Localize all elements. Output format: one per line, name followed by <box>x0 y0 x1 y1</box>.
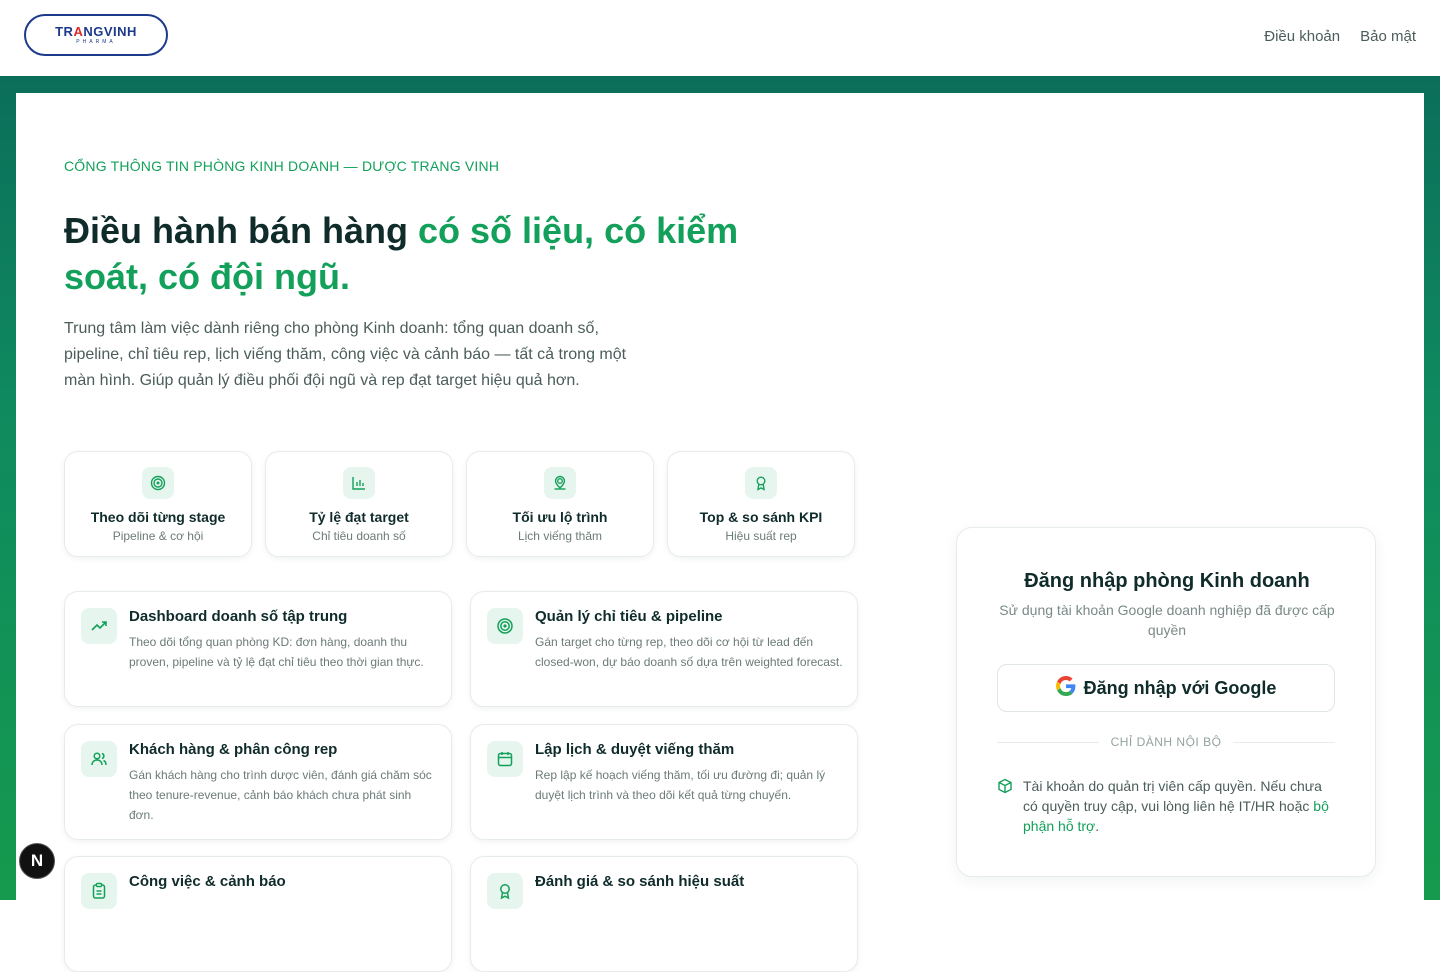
feature-title: Dashboard doanh số tập trung <box>129 608 348 625</box>
access-note: Tài khoản do quản trị viên cấp quyền. Nế… <box>997 776 1337 836</box>
calendar-icon <box>487 741 523 777</box>
stat-cards: Theo dõi từng stage Pipeline & cơ hội Tỷ… <box>64 451 855 557</box>
feature-card-customers: Khách hàng & phân công rep Gán khách hàn… <box>64 724 452 840</box>
top-header: TRANGVINH PHARMA Điều khoản Bảo mật <box>0 0 1440 77</box>
users-icon <box>81 741 117 777</box>
feature-card-performance: Đánh giá & so sánh hiệu suất <box>470 856 858 972</box>
logo-subtext: PHARMA <box>76 38 116 45</box>
award-icon <box>745 467 777 499</box>
feature-description: Rep lập kế hoạch viếng thăm, tối ưu đườn… <box>535 768 826 802</box>
feature-card-dashboard: Dashboard doanh số tập trung Theo dõi tổ… <box>64 591 452 707</box>
top-nav: Điều khoản Bảo mật <box>1264 28 1416 45</box>
internal-only-divider: CHỈ DÀNH NỘI BỘ <box>997 735 1335 749</box>
feature-title: Công việc & cảnh báo <box>129 873 286 890</box>
stat-subtitle: Lịch viếng thăm <box>517 529 603 543</box>
map-pin-icon <box>544 467 576 499</box>
feature-description: Theo dõi tổng quan phòng KD: đơn hàng, d… <box>129 635 424 669</box>
access-note-text: Tài khoản do quản trị viên cấp quyền. Nế… <box>1023 778 1329 834</box>
feature-card-tasks: Công việc & cảnh báo <box>64 856 452 972</box>
stat-title: Tỷ lệ đạt target <box>309 509 409 525</box>
login-title: Đăng nhập phòng Kinh doanh <box>1024 570 1310 592</box>
login-subtitle: Sử dụng tài khoản Google doanh nghiệp đã… <box>999 602 1335 638</box>
stat-title: Top & so sánh KPI <box>699 509 823 525</box>
logo-text: TRANGVINH <box>55 23 137 39</box>
award-icon <box>487 873 523 909</box>
stat-subtitle: Pipeline & cơ hội <box>112 529 204 543</box>
google-icon <box>1055 675 1076 701</box>
stat-title: Tối ưu lộ trình <box>512 509 608 525</box>
target-icon <box>142 467 174 499</box>
feature-title: Đánh giá & so sánh hiệu suất <box>535 873 745 890</box>
stat-subtitle: Hiệu suất rep <box>725 529 797 543</box>
feature-title: Khách hàng & phân công rep <box>129 741 338 758</box>
feature-description: Gán khách hàng cho trình dược viên, đánh… <box>129 768 432 822</box>
feature-card-visits: Lập lịch & duyệt viếng thăm Rep lập kế h… <box>470 724 858 840</box>
divider-line <box>997 741 1099 743</box>
clipboard-icon <box>81 873 117 909</box>
bar-chart-icon <box>343 467 375 499</box>
target-icon <box>487 608 523 644</box>
stat-title: Theo dõi từng stage <box>90 509 226 525</box>
stat-subtitle: Chỉ tiêu doanh số <box>312 529 406 543</box>
google-login-label: Đăng nhập với Google <box>1083 677 1277 698</box>
divider-line <box>1233 741 1335 743</box>
hero-title: Điều hành bán hàng có số liệu, có kiểm s… <box>64 210 739 297</box>
feature-title: Quản lý chỉ tiêu & pipeline <box>535 608 723 625</box>
login-card: Đăng nhập phòng Kinh doanh Sử dụng tài k… <box>956 527 1376 877</box>
feature-description: Gán target cho từng rep, theo dõi cơ hội… <box>535 635 843 669</box>
brand-logo[interactable]: TRANGVINH PHARMA <box>24 14 168 56</box>
google-login-button[interactable]: Đăng nhập với Google <box>997 664 1335 712</box>
stat-card-route: Tối ưu lộ trình Lịch viếng thăm <box>466 451 654 557</box>
dev-tools-badge[interactable]: N <box>19 843 55 879</box>
feature-title: Lập lịch & duyệt viếng thăm <box>535 741 735 758</box>
hero-eyebrow: CỔNG THÔNG TIN PHÒNG KINH DOANH — DƯỢC T… <box>64 158 500 174</box>
divider-label: CHỈ DÀNH NỘI BỘ <box>1110 735 1222 749</box>
stat-card-kpi: Top & so sánh KPI Hiệu suất rep <box>667 451 855 557</box>
box-icon <box>997 776 1013 836</box>
trending-up-icon <box>81 608 117 644</box>
stat-card-target-rate: Tỷ lệ đạt target Chỉ tiêu doanh số <box>265 451 453 557</box>
nav-terms-link[interactable]: Điều khoản <box>1264 28 1340 45</box>
nav-privacy-link[interactable]: Bảo mật <box>1360 28 1416 45</box>
feature-card-pipeline: Quản lý chỉ tiêu & pipeline Gán target c… <box>470 591 858 707</box>
hero-description: Trung tâm làm việc dành riêng cho phòng … <box>64 320 627 389</box>
stat-card-stage: Theo dõi từng stage Pipeline & cơ hội <box>64 451 252 557</box>
